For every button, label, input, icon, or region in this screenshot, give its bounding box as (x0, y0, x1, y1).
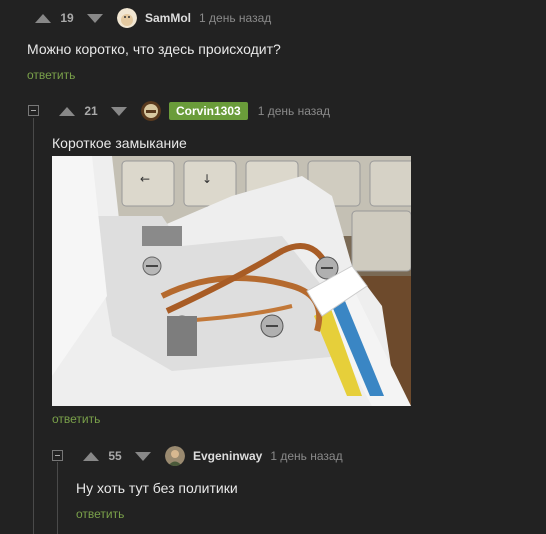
comment-1-header: 19 SamMol 1 день назад (35, 8, 271, 28)
comment-2-header: 21 Corvin1303 1 день назад (59, 101, 330, 121)
comment-3-header: 55 Evgeninway 1 день назад (83, 446, 343, 466)
downvote-icon[interactable] (111, 106, 127, 116)
comment-score: 21 (84, 104, 98, 118)
thread-line-level2[interactable] (57, 462, 58, 534)
comment-time: 1 день назад (270, 449, 343, 463)
comment-time: 1 день назад (199, 11, 272, 25)
comment-score: 19 (60, 11, 74, 25)
avatar[interactable] (141, 101, 161, 121)
comment-image[interactable]: ← ↓ (52, 156, 411, 406)
reply-link[interactable]: ответить (76, 507, 124, 521)
author-name[interactable]: SamMol (145, 11, 191, 25)
collapse-button[interactable] (28, 105, 39, 116)
author-name[interactable]: Corvin1303 (169, 102, 248, 120)
reply-link[interactable]: ответить (52, 412, 100, 426)
comment-score: 55 (108, 449, 122, 463)
upvote-icon[interactable] (59, 106, 75, 116)
upvote-icon[interactable] (35, 13, 51, 23)
upvote-icon[interactable] (83, 451, 99, 461)
svg-text:←: ← (140, 172, 150, 186)
svg-text:↓: ↓ (202, 172, 212, 186)
comment-time: 1 день назад (257, 104, 330, 118)
thread-line-level1[interactable] (33, 118, 34, 534)
comment-text: Ну хоть тут без политики (76, 480, 238, 496)
comment-text: Можно коротко, что здесь происходит? (27, 41, 281, 57)
author-name[interactable]: Evgeninway (193, 449, 262, 463)
reply-link[interactable]: ответить (27, 68, 75, 82)
avatar[interactable] (165, 446, 185, 466)
avatar[interactable] (117, 8, 137, 28)
comment-text: Короткое замыкание (52, 135, 187, 151)
downvote-icon[interactable] (135, 451, 151, 461)
collapse-button[interactable] (52, 450, 63, 461)
downvote-icon[interactable] (87, 13, 103, 23)
